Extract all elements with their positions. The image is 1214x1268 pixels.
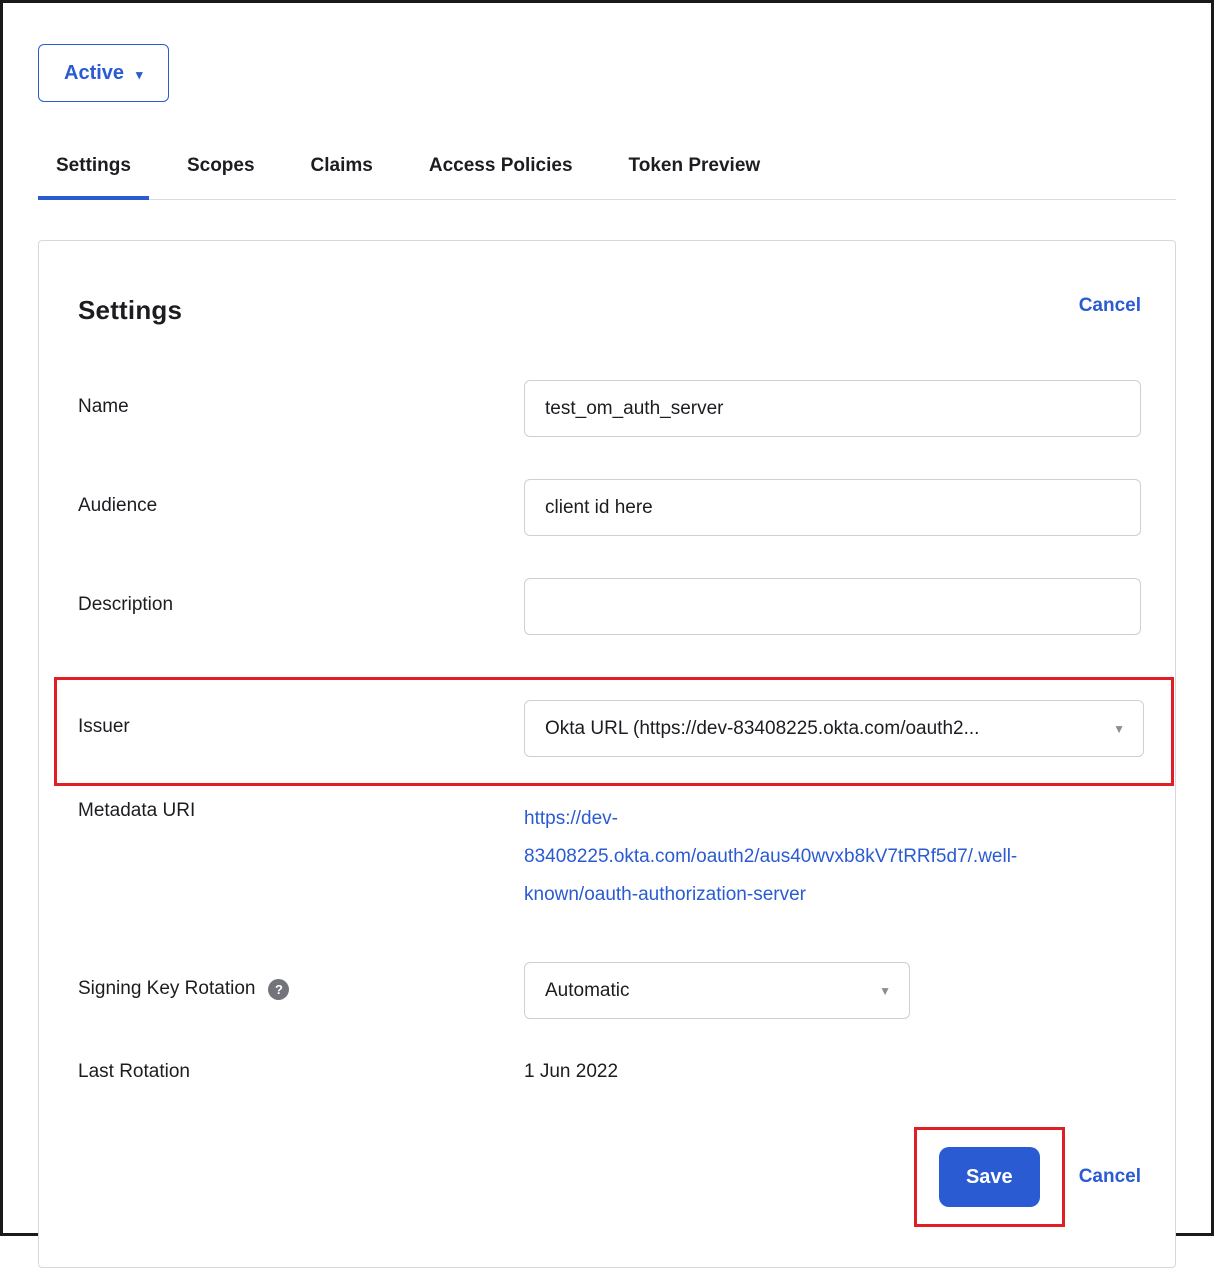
last-rotation-label: Last Rotation xyxy=(78,1061,524,1083)
description-row: Description xyxy=(78,578,1141,635)
issuer-row: Issuer Okta URL (https://dev-83408225.ok… xyxy=(78,700,1144,757)
audience-row: Audience xyxy=(78,479,1141,536)
metadata-uri-row: Metadata URI https://dev-83408225.okta.c… xyxy=(78,800,1141,914)
form-footer: Save Cancel xyxy=(78,1127,1141,1227)
name-input[interactable] xyxy=(524,380,1141,437)
chevron-down-icon: ▼ xyxy=(867,984,891,998)
tab-access-policies[interactable]: Access Policies xyxy=(411,150,591,199)
tab-claims[interactable]: Claims xyxy=(293,150,391,199)
metadata-uri-link[interactable]: https://dev-83408225.okta.com/oauth2/aus… xyxy=(524,800,1034,914)
tab-bar: Settings Scopes Claims Access Policies T… xyxy=(38,150,1176,200)
status-label: Active xyxy=(64,62,124,85)
chevron-down-icon: ▼ xyxy=(1101,722,1125,736)
audience-input[interactable] xyxy=(524,479,1141,536)
last-rotation-row: Last Rotation 1 Jun 2022 xyxy=(78,1061,1141,1083)
chevron-down-icon: ▾ xyxy=(136,66,143,81)
save-button[interactable]: Save xyxy=(939,1147,1040,1207)
help-icon[interactable]: ? xyxy=(268,979,289,1000)
signing-key-rotation-label: Signing Key Rotation ? xyxy=(78,962,524,1000)
metadata-uri-label: Metadata URI xyxy=(78,800,524,822)
settings-card: Settings Cancel Name Audience Descriptio… xyxy=(38,240,1176,1268)
issuer-select[interactable]: Okta URL (https://dev-83408225.okta.com/… xyxy=(524,700,1144,757)
last-rotation-value: 1 Jun 2022 xyxy=(524,1061,1141,1083)
audience-label: Audience xyxy=(78,479,524,517)
name-row: Name xyxy=(78,380,1141,437)
description-label: Description xyxy=(78,578,524,616)
cancel-link-top[interactable]: Cancel xyxy=(1079,295,1141,317)
cancel-link-bottom[interactable]: Cancel xyxy=(1079,1166,1141,1188)
issuer-highlight-box: Issuer Okta URL (https://dev-83408225.ok… xyxy=(54,677,1174,786)
save-highlight-box: Save xyxy=(914,1127,1065,1227)
card-header: Settings Cancel xyxy=(78,295,1141,326)
page-title: Settings xyxy=(78,295,182,326)
description-input[interactable] xyxy=(524,578,1141,635)
signing-key-rotation-row: Signing Key Rotation ? Automatic ▼ xyxy=(78,962,1141,1019)
issuer-label: Issuer xyxy=(78,700,524,738)
name-label: Name xyxy=(78,380,524,418)
status-bar: Active ▾ xyxy=(3,3,1211,102)
tab-scopes[interactable]: Scopes xyxy=(169,150,273,199)
active-status-dropdown[interactable]: Active ▾ xyxy=(38,44,169,102)
signing-key-rotation-value: Automatic xyxy=(545,980,629,1002)
issuer-selected-value: Okta URL (https://dev-83408225.okta.com/… xyxy=(545,718,979,740)
signing-key-rotation-select[interactable]: Automatic ▼ xyxy=(524,962,910,1019)
tab-settings[interactable]: Settings xyxy=(38,150,149,199)
tab-token-preview[interactable]: Token Preview xyxy=(611,150,779,199)
signing-key-rotation-label-text: Signing Key Rotation xyxy=(78,978,255,1000)
